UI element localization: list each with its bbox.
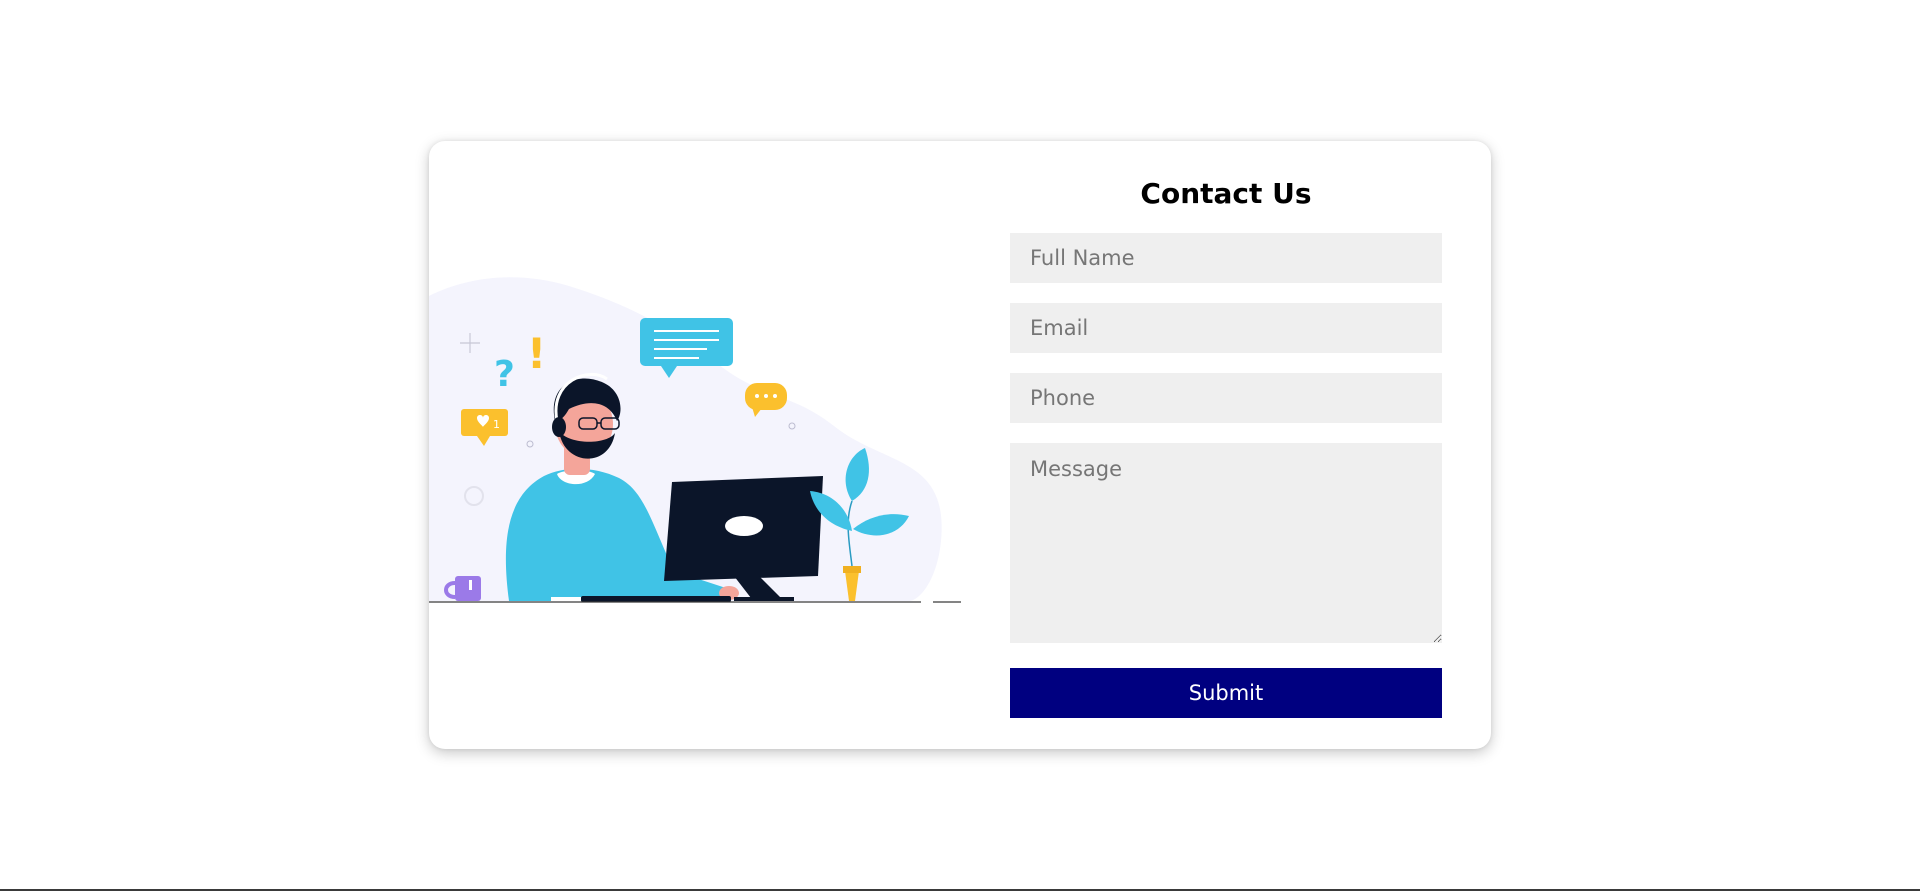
keyboard-icon [581, 596, 731, 602]
svg-text:1: 1 [493, 418, 500, 431]
keyboard-edge [551, 597, 581, 601]
contact-card: ? ! 1 Contact Us Full Name Email Phone M… [429, 141, 1491, 749]
full-name-input[interactable] [1010, 233, 1442, 283]
question-mark-icon: ? [494, 354, 515, 395]
phone-input[interactable] [1010, 373, 1442, 423]
message-textarea[interactable] [1010, 443, 1442, 643]
exclamation-mark-icon: ! [527, 329, 546, 378]
form-title: Contact Us [1140, 177, 1312, 210]
support-agent-illustration: ? ! 1 [429, 277, 961, 603]
submit-button[interactable]: Submit [1010, 668, 1442, 718]
contact-form: Contact Us Submit [1010, 141, 1442, 749]
email-input[interactable] [1010, 303, 1442, 353]
